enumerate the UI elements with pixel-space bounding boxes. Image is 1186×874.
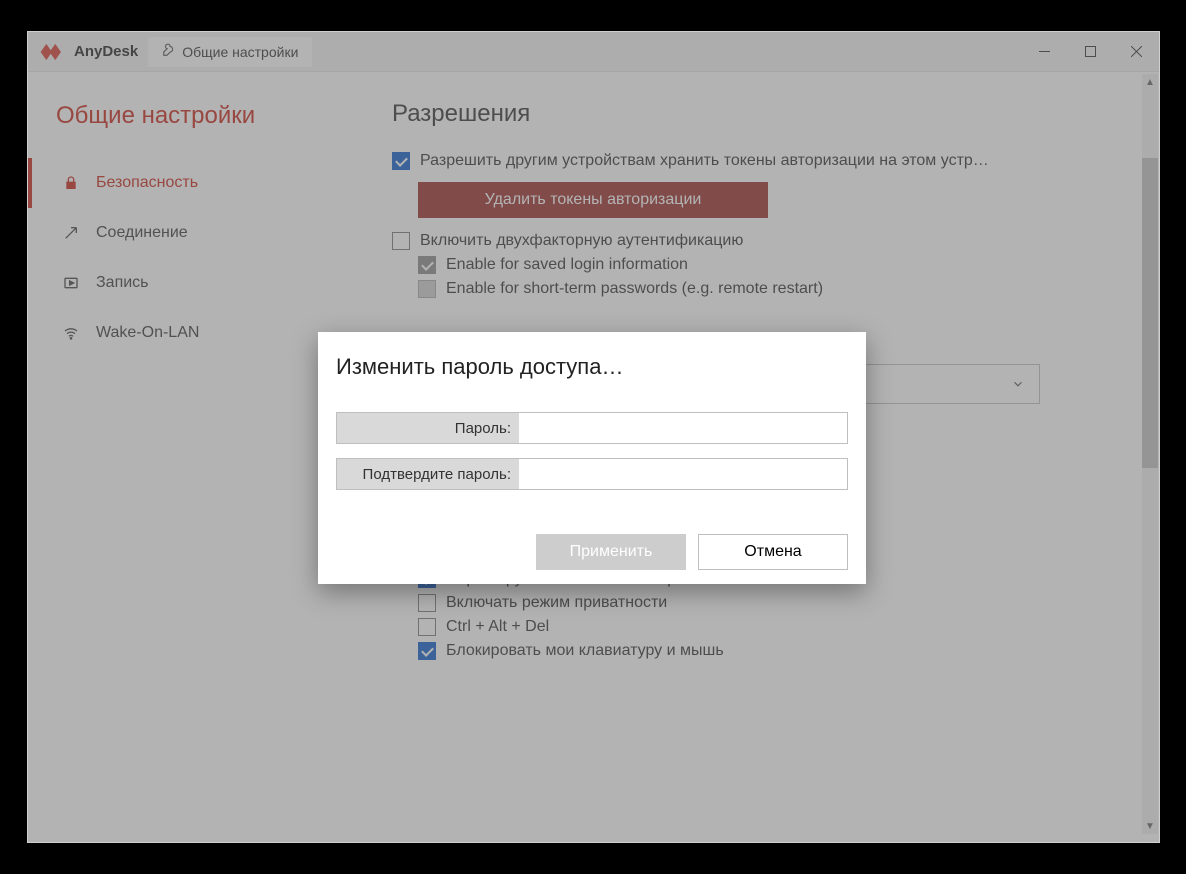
- row-ctrl-alt-del: Ctrl + Alt + Del: [392, 618, 1123, 636]
- apply-button[interactable]: Применить: [536, 534, 686, 570]
- checkbox-short-term: [418, 280, 436, 298]
- label-ctrl-alt-del: Ctrl + Alt + Del: [446, 618, 549, 636]
- password-input[interactable]: [519, 413, 847, 443]
- maximize-button[interactable]: [1067, 32, 1113, 72]
- section-title: Разрешения: [392, 100, 1123, 128]
- label-2fa: Включить двухфакторную аутентификацию: [420, 232, 743, 250]
- cancel-button[interactable]: Отмена: [698, 534, 848, 570]
- tab-label: Общие настройки: [182, 44, 298, 60]
- checkbox-ctrl-alt-del[interactable]: [418, 618, 436, 636]
- label-saved-login: Enable for saved login information: [446, 256, 688, 274]
- checkbox-saved-login: [418, 256, 436, 274]
- sidebar-item-wol[interactable]: Wake-On-LAN: [28, 308, 356, 358]
- checkbox-privacy-mode[interactable]: [418, 594, 436, 612]
- anydesk-logo-icon: [38, 38, 66, 66]
- modal-title: Изменить пароль доступа…: [336, 354, 848, 380]
- label-privacy-mode: Включать режим приватности: [446, 594, 667, 612]
- sidebar-item-connection[interactable]: Соединение: [28, 208, 356, 258]
- window-controls: [1021, 32, 1159, 72]
- sidebar-item-label: Запись: [96, 274, 149, 292]
- confirm-password-input[interactable]: [519, 459, 847, 489]
- minimize-button[interactable]: [1021, 32, 1067, 72]
- checkbox-2fa[interactable]: [392, 232, 410, 250]
- sidebar-title: Общие настройки: [28, 92, 356, 158]
- sidebar-item-label: Безопасность: [96, 174, 198, 192]
- wrench-icon: [162, 43, 176, 60]
- password-label: Пароль:: [337, 413, 519, 443]
- sidebar-item-recording[interactable]: Запись: [28, 258, 356, 308]
- scroll-up-icon[interactable]: ▲: [1142, 74, 1158, 90]
- row-privacy-mode: Включать режим приватности: [392, 594, 1123, 612]
- checkbox-allow-tokens[interactable]: [392, 152, 410, 170]
- sidebar: Общие настройки Безопасность Соединение …: [28, 72, 356, 842]
- label-short-term: Enable for short-term passwords (e.g. re…: [446, 280, 823, 298]
- row-block-kbm: Блокировать мои клавиатуру и мышь: [392, 642, 1123, 660]
- chevron-down-icon: [1011, 377, 1025, 391]
- scroll-down-icon[interactable]: ▼: [1142, 818, 1158, 834]
- sidebar-item-security[interactable]: Безопасность: [28, 158, 356, 208]
- password-field-row: Пароль:: [336, 412, 848, 444]
- record-icon: [62, 274, 80, 292]
- row-allow-tokens: Разрешить другим устройствам хранить ток…: [392, 152, 1123, 170]
- settings-tab[interactable]: Общие настройки: [148, 37, 312, 67]
- modal-actions: Применить Отмена: [336, 534, 848, 570]
- sidebar-item-label: Wake-On-LAN: [96, 324, 199, 342]
- delete-tokens-button[interactable]: Удалить токены авторизации: [418, 182, 768, 218]
- lock-icon: [62, 174, 80, 192]
- close-button[interactable]: [1113, 32, 1159, 72]
- appname-label: AnyDesk: [74, 43, 138, 60]
- confirm-label: Подтвердите пароль:: [337, 459, 519, 489]
- wifi-icon: [62, 324, 80, 342]
- confirm-field-row: Подтвердите пароль:: [336, 458, 848, 490]
- row-saved-login: Enable for saved login information: [392, 256, 1123, 274]
- titlebar: AnyDesk Общие настройки: [28, 32, 1159, 72]
- change-password-modal: Изменить пароль доступа… Пароль: Подтвер…: [318, 332, 866, 584]
- label-allow-tokens: Разрешить другим устройствам хранить ток…: [420, 152, 989, 170]
- app-window: AnyDesk Общие настройки Общие настройки …: [27, 31, 1160, 843]
- row-short-term: Enable for short-term passwords (e.g. re…: [392, 280, 1123, 298]
- row-2fa: Включить двухфакторную аутентификацию: [392, 232, 1123, 250]
- checkbox-block-kbm[interactable]: [418, 642, 436, 660]
- label-block-kbm: Блокировать мои клавиатуру и мышь: [446, 642, 724, 660]
- sidebar-item-label: Соединение: [96, 224, 188, 242]
- scrollbar-thumb[interactable]: [1142, 158, 1158, 468]
- arrow-icon: [62, 224, 80, 242]
